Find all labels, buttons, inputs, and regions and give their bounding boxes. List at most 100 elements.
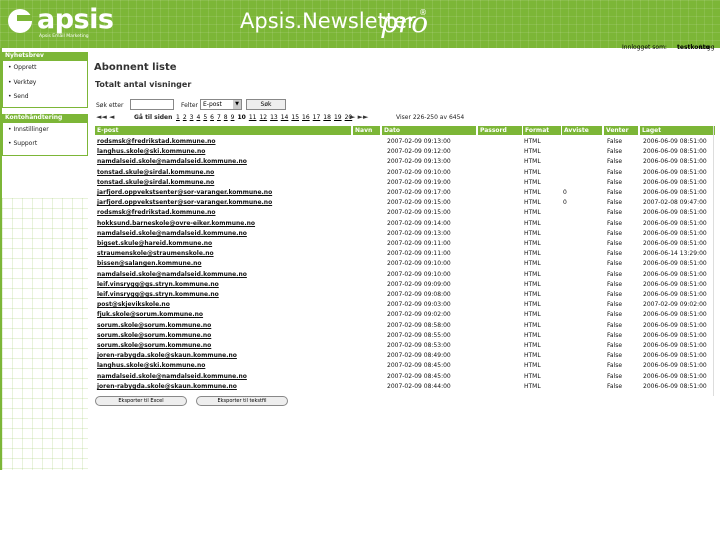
email-cell[interactable]: rodsmsk@fredrikstad.kommune.no <box>97 138 216 145</box>
chevron-down-icon[interactable]: ▼ <box>233 100 241 109</box>
created-cell: 2006-06-09 08:51:00 <box>643 291 707 298</box>
email-cell[interactable]: tonstad.skule@sirdal.kommune.no <box>97 169 214 176</box>
page-title: Abonnent liste <box>94 62 177 73</box>
date-cell: 2007-02-09 09:19:00 <box>387 178 451 186</box>
col-header-email[interactable]: E-post <box>95 126 351 135</box>
pager-page-link[interactable]: 3 <box>190 114 194 121</box>
table-row: straumenskole@straumenskole.no 2007-02-09… <box>95 248 720 258</box>
email-cell[interactable]: sorum.skole@sorum.kommune.no <box>97 342 211 349</box>
email-cell[interactable]: hokksund.barneskole@ovre-eiker.kommune.n… <box>97 220 255 227</box>
sidebar-item-send[interactable]: • Send <box>8 93 29 100</box>
format-cell: HTML <box>524 301 541 309</box>
email-cell[interactable]: post@skjevikskole.no <box>97 301 170 308</box>
waiting-cell: False <box>607 229 623 237</box>
pager-page-link[interactable]: 8 <box>224 114 228 121</box>
waiting-cell: False <box>607 342 623 349</box>
pager-page-link[interactable]: 17 <box>313 114 321 121</box>
col-header-bounced[interactable]: Avviste <box>562 126 602 135</box>
search-input[interactable] <box>130 99 174 110</box>
table-row: jarfjord.oppvekstsenter@sor-varanger.kom… <box>95 197 720 207</box>
sidebar-item-tools[interactable]: • Verktøy <box>8 79 36 86</box>
email-cell[interactable]: straumenskole@straumenskole.no <box>97 250 214 257</box>
col-header-name[interactable]: Navn <box>353 126 380 135</box>
email-cell[interactable]: namdalseid.skole@namdalseid.kommune.no <box>97 271 247 278</box>
email-cell[interactable]: joren-rabygda.skole@skaun.kommune.no <box>97 352 237 359</box>
email-cell[interactable]: langhus.skole@ski.kommune.no <box>97 148 205 155</box>
sidebar-item-settings[interactable]: • Innstillinger <box>8 126 49 133</box>
format-cell: HTML <box>524 362 541 370</box>
col-header-waiting[interactable]: Venter <box>604 126 638 135</box>
email-cell[interactable]: namdalseid.skole@namdalseid.kommune.no <box>97 230 247 237</box>
col-header-format[interactable]: Format <box>523 126 561 135</box>
pager-page-link[interactable]: 11 <box>249 114 257 121</box>
pager-page-link[interactable]: 13 <box>270 114 278 121</box>
email-cell[interactable]: jarfjord.oppvekstsenter@sor-varanger.kom… <box>97 199 272 206</box>
email-cell[interactable]: rodsmsk@fredrikstad.kommune.no <box>97 209 216 216</box>
pager-page-link[interactable]: 4 <box>196 114 200 121</box>
date-cell: 2007-02-09 08:49:00 <box>387 352 451 360</box>
date-cell: 2007-02-09 09:02:00 <box>387 311 451 319</box>
search-label: Søk etter <box>96 102 124 109</box>
pager-page-link[interactable]: 1 <box>176 114 180 121</box>
logout-link[interactable]: Logg <box>700 44 715 51</box>
date-cell: 2007-02-09 09:10:00 <box>387 168 451 176</box>
table-row: sorum.skole@sorum.kommune.no 2007-02-09 0… <box>95 330 720 340</box>
app-header: apsis Apsis Email Marketing Apsis.Newsle… <box>0 0 720 48</box>
pager-page-link[interactable]: 12 <box>259 114 267 121</box>
created-cell: 2006-06-09 08:51:00 <box>643 321 707 329</box>
export-text-button[interactable]: Eksporter til tekstfil <box>196 396 288 406</box>
email-cell[interactable]: namdalseid.skole@namdalseid.kommune.no <box>97 158 247 165</box>
col-header-date[interactable]: Dato <box>382 126 476 135</box>
email-cell[interactable]: langhus.skole@ski.kommune.no <box>97 362 205 369</box>
pager-prev-icon[interactable]: ◄◄ ◄ <box>96 113 114 121</box>
email-cell[interactable]: leif.vinsrygg@gs.stryn.kommune.no <box>97 281 219 288</box>
export-excel-button[interactable]: Eksporter til Excel <box>95 396 187 406</box>
waiting-cell: False <box>607 372 623 380</box>
waiting-cell: False <box>607 250 623 258</box>
pager-page-link[interactable]: 10 <box>237 114 245 121</box>
created-cell: 2006-06-09 08:51:00 <box>643 178 707 186</box>
logo-text: apsis <box>37 4 114 35</box>
created-cell: 2006-06-09 08:51:00 <box>643 372 707 380</box>
email-cell[interactable]: fjuk.skole@sorum.kommune.no <box>97 311 203 318</box>
email-cell[interactable]: leif.vinsrygg@gs.stryn.kommune.no <box>97 291 219 298</box>
pager-page-link[interactable]: 2 <box>183 114 187 121</box>
search-button[interactable]: Søk <box>246 99 286 110</box>
email-cell[interactable]: bigset.skule@hareid.kommune.no <box>97 240 212 247</box>
waiting-cell: False <box>607 321 623 329</box>
date-cell: 2007-02-09 09:11:00 <box>387 250 451 258</box>
col-header-password[interactable]: Passord <box>478 126 522 135</box>
format-cell: HTML <box>524 240 541 247</box>
pager-page-link[interactable]: 9 <box>231 114 235 121</box>
bounced-cell: 0 <box>563 199 567 207</box>
waiting-cell: False <box>607 189 623 196</box>
email-cell[interactable]: sorum.skole@sorum.kommune.no <box>97 332 211 339</box>
table-row: langhus.skole@ski.kommune.no 2007-02-09 0… <box>95 146 720 156</box>
table-row: joren-rabygda.skole@skaun.kommune.no 2007… <box>95 350 720 360</box>
pager-page-link[interactable]: 16 <box>302 114 310 121</box>
email-cell[interactable]: tonstad.skule@sirdal.kommune.no <box>97 179 214 186</box>
table-row: post@skjevikskole.no 2007-02-09 09:03:00 H… <box>95 299 720 309</box>
email-cell[interactable]: namdalseid.skole@namdalseid.kommune.no <box>97 373 247 380</box>
pager-page-link[interactable]: 15 <box>291 114 299 121</box>
pager-page-link[interactable]: 14 <box>281 114 289 121</box>
sidebar-item-create[interactable]: • Opprett <box>8 64 37 71</box>
date-cell: 2007-02-09 09:08:00 <box>387 291 451 298</box>
sidebar-item-support[interactable]: • Support <box>8 140 37 147</box>
pager-next-icon[interactable]: ► ►► <box>350 113 368 121</box>
pager-page-link[interactable]: 7 <box>217 114 221 121</box>
waiting-cell: False <box>607 199 623 207</box>
pager-page-link[interactable]: 19 <box>334 114 342 121</box>
email-cell[interactable]: sorum.skole@sorum.kommune.no <box>97 322 211 329</box>
created-cell: 2006-06-09 08:51:00 <box>643 168 707 176</box>
format-cell: HTML <box>524 209 541 217</box>
table-row: namdalseid.skole@namdalseid.kommune.no 20… <box>95 269 720 279</box>
email-cell[interactable]: joren-rabygda.skole@skaun.kommune.no <box>97 383 237 390</box>
created-cell: 2007-02-08 09:47:00 <box>643 199 707 207</box>
pager-page-link[interactable]: 18 <box>323 114 331 121</box>
pager-page-link[interactable]: 6 <box>210 114 214 121</box>
email-cell[interactable]: bissen@salangen.kommune.no <box>97 260 202 267</box>
email-cell[interactable]: jarfjord.oppvekstsenter@sor-varanger.kom… <box>97 189 272 196</box>
col-header-created[interactable]: Laget <box>640 126 715 135</box>
pager-page-link[interactable]: 5 <box>203 114 207 121</box>
